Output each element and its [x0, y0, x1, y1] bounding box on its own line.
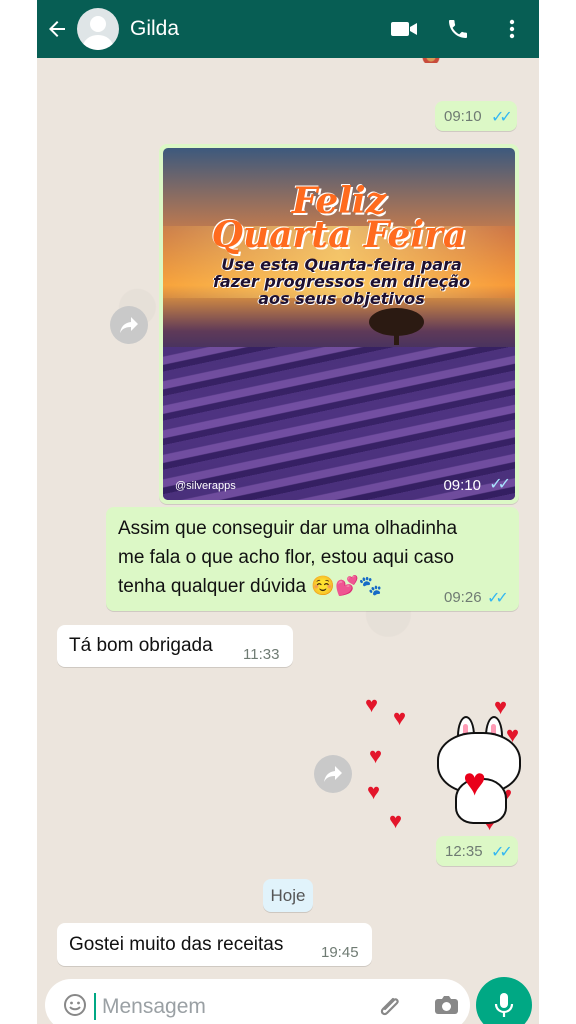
image-watermark: @silverapps [175, 480, 236, 492]
video-call-button[interactable] [377, 0, 431, 58]
tree-trunk [394, 328, 399, 345]
forward-button[interactable] [314, 755, 352, 793]
image-read-ticks-icon: ✓✓ [489, 476, 511, 493]
message-composer [45, 979, 470, 1024]
message-time: 09:10 [444, 108, 482, 125]
message-input[interactable] [102, 993, 382, 1020]
heart-icon: ♥ [369, 743, 383, 768]
date-separator: Hoje [263, 879, 313, 912]
message-time: 12:35 [445, 843, 483, 860]
read-ticks-icon: ✓✓ [491, 109, 513, 126]
microphone-icon [494, 993, 514, 1017]
outgoing-message-bubble[interactable]: 09:10 ✓✓ [435, 101, 517, 131]
attach-button[interactable] [374, 989, 406, 1021]
contact-avatar[interactable] [77, 8, 119, 50]
message-text: Tá bom obrigada [69, 635, 213, 656]
message-line-1: Assim que conseguir dar uma olhadinha [118, 518, 458, 539]
heart-icon: ♥ [365, 692, 379, 717]
heart-icon: ♥ [393, 705, 407, 730]
red-heart-icon: ♥ [463, 761, 487, 804]
video-icon [391, 22, 417, 36]
outgoing-message-bubble[interactable]: Assim que conseguir dar uma olhadinha me… [106, 507, 519, 611]
text-cursor [94, 993, 96, 1020]
camera-icon [434, 996, 458, 1014]
message-time: 19:45 [321, 944, 359, 961]
heart-icon: ♥ [494, 694, 508, 719]
more-options-button[interactable] [485, 0, 539, 58]
read-ticks-icon: ✓✓ [491, 844, 513, 861]
whatsapp-chat-screen: Gilda 09:10 ✓✓ Feliz Quarta Feira Use es… [37, 0, 539, 1024]
paperclip-icon [380, 997, 399, 1015]
heart-icon: ♥ [367, 779, 381, 804]
read-ticks-icon: ✓✓ [487, 590, 509, 607]
incoming-message-bubble[interactable]: Tá bom obrigada 11:33 [57, 625, 293, 667]
image-title-line-2: Quarta Feira [211, 214, 467, 256]
camera-button[interactable] [430, 989, 462, 1021]
heart-icon: ♥ [389, 808, 403, 833]
phone-icon [449, 20, 467, 38]
emoji-button[interactable] [59, 989, 91, 1021]
forward-icon [120, 317, 138, 333]
image-subtitle: Use esta Quarta-feira para fazer progres… [212, 255, 471, 308]
image-title-line-1: Feliz [291, 180, 387, 222]
message-line-2: me fala o que acho flor, estou aqui caso [118, 547, 454, 568]
emoji-icon [64, 994, 86, 1016]
incoming-message-bubble[interactable]: Gostei muito das receitas 19:45 [57, 923, 372, 966]
message-time: 09:26 [444, 589, 482, 606]
voice-message-button[interactable] [476, 977, 532, 1024]
message-time: 11:33 [243, 646, 280, 663]
bunny-sticker: ♥ [435, 716, 523, 824]
contact-name[interactable]: Gilda [130, 17, 377, 41]
back-button[interactable] [37, 0, 77, 58]
outgoing-message-bubble[interactable]: 12:35 ✓✓ [436, 836, 518, 866]
message-line-3: tenha qualquer dúvida ☺️💕🐾 [118, 576, 383, 597]
forward-icon [324, 766, 342, 782]
more-vert-icon [509, 19, 515, 39]
voice-call-button[interactable] [431, 0, 485, 58]
shared-image[interactable]: Feliz Quarta Feira Use esta Quarta-feira… [163, 148, 515, 500]
message-text: Gostei muito das receitas [69, 934, 284, 955]
chat-header: Gilda [37, 0, 539, 58]
arrow-left-icon [49, 21, 65, 37]
forward-button[interactable] [110, 306, 148, 344]
image-time: 09:10 [443, 477, 481, 494]
